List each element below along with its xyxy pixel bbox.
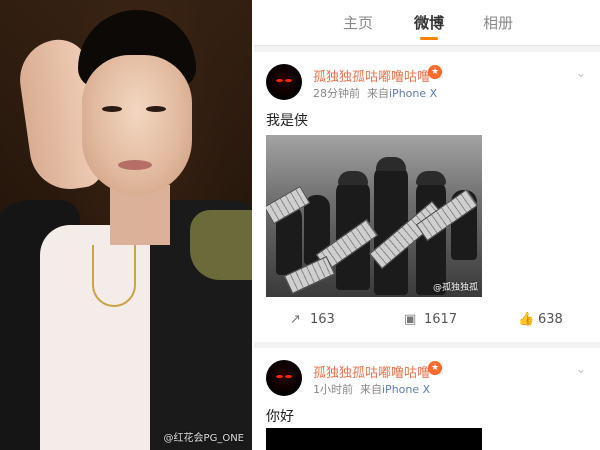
tab-home[interactable]: 主页: [343, 12, 373, 33]
post-source[interactable]: iPhone X: [389, 87, 437, 100]
photo-eye-left: [102, 106, 122, 112]
photo-jacket-shoulder: [190, 210, 252, 280]
chevron-down-icon[interactable]: ⌄: [576, 66, 586, 80]
post-image[interactable]: [266, 428, 482, 450]
tab-weibo[interactable]: 微博: [414, 12, 444, 33]
post-source-prefix: 来自: [367, 87, 389, 100]
like-count: 638: [538, 312, 563, 327]
avatar-eye-right: [285, 79, 292, 82]
image-helmet: [376, 157, 406, 171]
chevron-down-icon[interactable]: ⌄: [576, 362, 586, 376]
photo-watermark: @红花会PG_ONE: [163, 433, 244, 444]
post-source[interactable]: iPhone X: [382, 383, 430, 396]
image-helmet: [416, 171, 446, 185]
thumbs-up-icon: 👍: [518, 312, 535, 327]
repost-button[interactable]: ↗ 163: [290, 312, 335, 327]
post-card: 孤独独孤咕嘟噜咕噜 ★ 1小时前 来自iPhone X ⌄ 你好: [254, 348, 600, 450]
post-actions: ↗ 163 ▣ 1617 👍 638: [254, 306, 600, 336]
avatar[interactable]: [266, 360, 302, 396]
photo-face: [82, 55, 192, 195]
avatar-eye-left: [276, 79, 283, 82]
post-image[interactable]: @孤独独孤: [266, 135, 482, 297]
avatar-eye-left: [276, 375, 283, 378]
repost-icon: ↗: [290, 312, 301, 327]
repost-count: 163: [310, 312, 335, 327]
post-text: 我是侠: [266, 113, 308, 129]
vip-badge-icon: ★: [428, 361, 442, 375]
tab-bar: 主页 微博 相册: [254, 0, 600, 46]
photo-eye-right: [146, 106, 166, 112]
photo-necklace: [92, 245, 136, 307]
post-time: 1小时前: [313, 383, 353, 396]
post-source-prefix: 来自: [360, 383, 382, 396]
tab-album[interactable]: 相册: [483, 12, 513, 33]
post-meta: 28分钟前 来自iPhone X: [313, 85, 437, 101]
vip-badge-icon: ★: [428, 65, 442, 79]
post-text: 你好: [266, 409, 294, 425]
like-button[interactable]: 👍 638: [518, 312, 563, 327]
comment-button[interactable]: ▣ 1617: [404, 312, 457, 327]
avatar[interactable]: [266, 64, 302, 100]
image-watermark: @孤独独孤: [432, 283, 478, 293]
comment-count: 1617: [424, 312, 458, 327]
comment-icon: ▣: [404, 312, 417, 327]
post-time: 28分钟前: [313, 87, 360, 100]
avatar-eye-right: [285, 375, 292, 378]
post-username[interactable]: 孤独独孤咕嘟噜咕噜: [313, 66, 430, 85]
profile-photo: @红花会PG_ONE: [0, 0, 252, 450]
weibo-app: 主页 微博 相册 孤独独孤咕嘟噜咕噜 ★ 28分钟前 来自iPhone X ⌄ …: [254, 0, 600, 450]
photo-lips: [118, 160, 152, 170]
tab-indicator: [420, 37, 438, 40]
post-card: 孤独独孤咕嘟噜咕噜 ★ 28分钟前 来自iPhone X ⌄ 我是侠 @孤独独孤…: [254, 52, 600, 342]
image-helmet: [338, 171, 368, 185]
post-meta: 1小时前 来自iPhone X: [313, 381, 430, 397]
post-username[interactable]: 孤独独孤咕嘟噜咕噜: [313, 362, 430, 381]
